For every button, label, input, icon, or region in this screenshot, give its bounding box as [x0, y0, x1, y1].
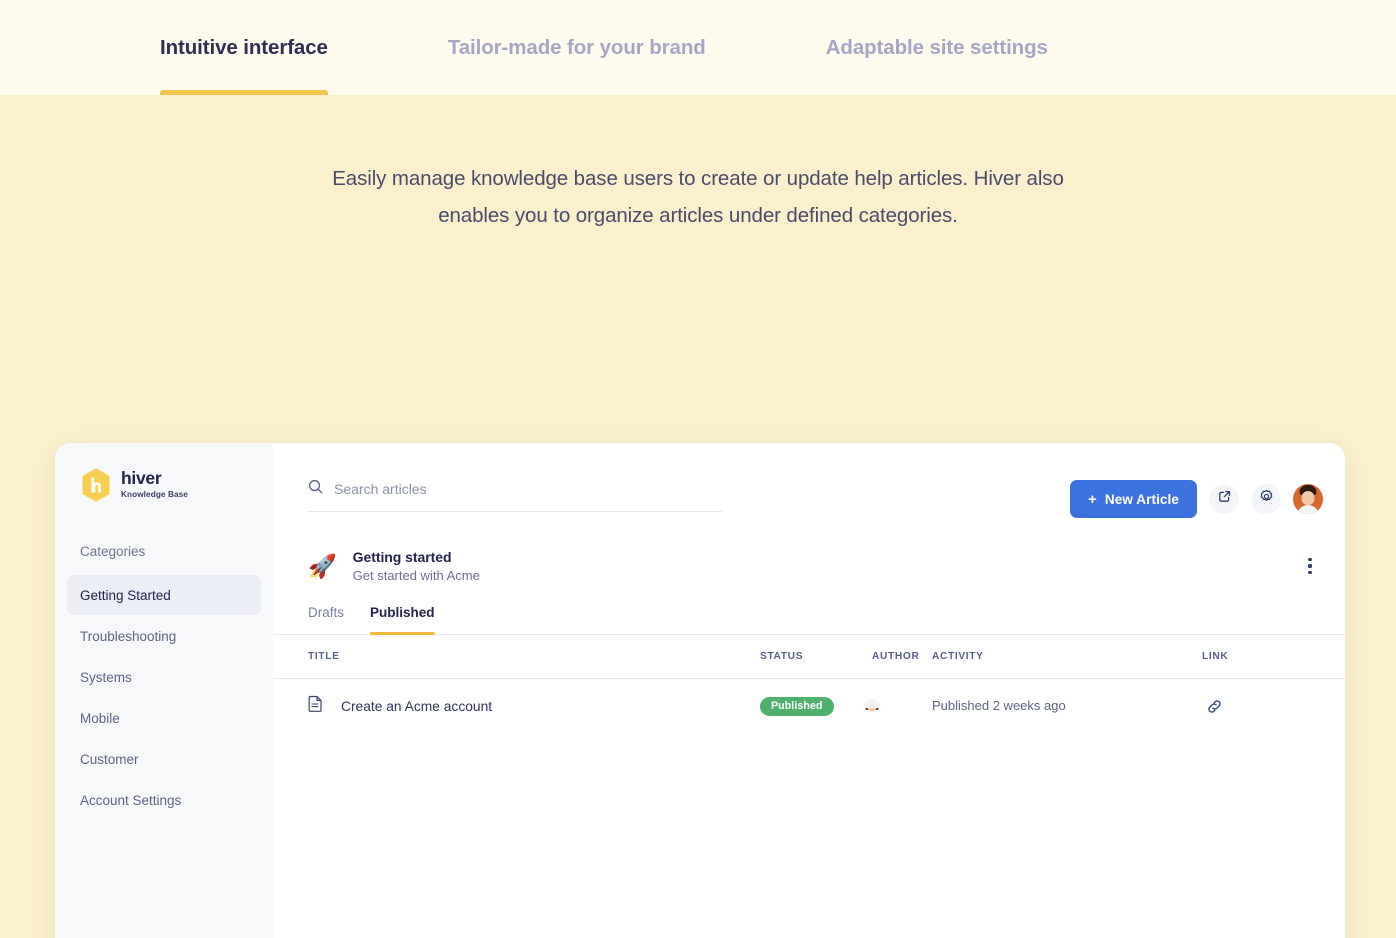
table-row[interactable]: Create an Acme account Published Publish…	[273, 679, 1345, 733]
toolbar-actions: + New Article	[1070, 479, 1323, 518]
category-subtitle: Get started with Acme	[353, 568, 480, 583]
hiver-hexagon-icon	[80, 467, 112, 503]
sidebar-item-label: Customer	[80, 752, 139, 767]
tab-intuitive-interface[interactable]: Intuitive interface	[160, 0, 328, 95]
search-input[interactable]	[334, 481, 722, 497]
article-title: Create an Acme account	[341, 699, 492, 714]
copy-link-button[interactable]	[1202, 694, 1226, 718]
tab-label: Adaptable site settings	[826, 36, 1048, 60]
column-header-title: TITLE	[308, 651, 760, 662]
sidebar-item-label: Getting Started	[80, 588, 171, 603]
brand-text: hiver Knowledge Base	[121, 469, 188, 501]
category-more-options-button[interactable]	[1297, 553, 1323, 579]
sidebar: hiver Knowledge Base Categories Getting …	[55, 443, 273, 938]
main-panel: + New Article	[273, 443, 1345, 938]
more-vertical-icon-dot	[1308, 558, 1311, 561]
rocket-icon: 🚀	[308, 555, 337, 578]
brand-logo[interactable]: hiver Knowledge Base	[55, 465, 273, 505]
cell-link	[1202, 694, 1292, 718]
tab-adaptable-site-settings[interactable]: Adaptable site settings	[826, 0, 1048, 95]
sidebar-item-account-settings[interactable]: Account Settings	[67, 780, 261, 820]
tab-label: Drafts	[308, 605, 344, 620]
tab-published[interactable]: Published	[370, 605, 435, 634]
external-link-icon	[1217, 489, 1232, 509]
cell-title: Create an Acme account	[308, 695, 760, 717]
tab-label: Tailor-made for your brand	[448, 36, 706, 60]
settings-button[interactable]	[1251, 484, 1281, 514]
article-state-tabs: Drafts Published	[273, 591, 1345, 635]
status-badge: Published	[760, 697, 834, 716]
sidebar-item-troubleshooting[interactable]: Troubleshooting	[67, 616, 261, 656]
sidebar-item-getting-started[interactable]: Getting Started	[67, 575, 261, 615]
category-header: 🚀 Getting started Get started with Acme	[273, 529, 1345, 591]
brand-name: hiver	[121, 469, 188, 488]
column-header-status: STATUS	[760, 651, 872, 662]
sidebar-item-label: Troubleshooting	[80, 629, 176, 644]
tab-label: Published	[370, 605, 435, 620]
avatar-body	[1297, 505, 1319, 514]
more-vertical-icon-dot	[1308, 564, 1311, 567]
plus-icon: +	[1088, 492, 1097, 507]
column-header-link: LINK	[1202, 651, 1292, 662]
articles-table: TITLE STATUS AUTHOR ACTIVITY LINK	[273, 635, 1345, 733]
cell-activity: Published 2 weeks ago	[932, 697, 1202, 715]
sidebar-item-label: Mobile	[80, 711, 120, 726]
new-article-button[interactable]: + New Article	[1070, 480, 1197, 518]
sidebar-item-customer[interactable]: Customer	[67, 739, 261, 779]
cell-status: Published	[760, 696, 872, 716]
avatar-face	[1302, 491, 1315, 505]
column-header-author: AUTHOR	[872, 651, 932, 662]
knowledge-base-app-card: hiver Knowledge Base Categories Getting …	[55, 443, 1345, 938]
tab-label: Intuitive interface	[160, 36, 328, 60]
feature-description: Easily manage knowledge base users to cr…	[0, 160, 1396, 234]
sidebar-item-label: Account Settings	[80, 793, 181, 808]
feature-tabbar: Intuitive interface Tailor-made for your…	[0, 0, 1396, 95]
category-texts: Getting started Get started with Acme	[353, 549, 480, 583]
main-toolbar: + New Article	[273, 443, 1345, 529]
tab-drafts[interactable]: Drafts	[308, 605, 344, 634]
description-line-2: enables you to organize articles under d…	[0, 197, 1396, 234]
search-box[interactable]	[308, 479, 722, 512]
user-avatar[interactable]	[1293, 484, 1323, 514]
tab-tailor-made-for-your-brand[interactable]: Tailor-made for your brand	[448, 0, 706, 95]
search-icon	[308, 479, 323, 499]
sidebar-item-systems[interactable]: Systems	[67, 657, 261, 697]
new-article-label: New Article	[1105, 492, 1179, 507]
more-vertical-icon-dot	[1308, 571, 1311, 574]
brand-subtitle: Knowledge Base	[121, 489, 188, 501]
sidebar-heading-categories: Categories	[55, 537, 273, 565]
sidebar-item-mobile[interactable]: Mobile	[67, 698, 261, 738]
table-header-row: TITLE STATUS AUTHOR ACTIVITY LINK	[273, 635, 1345, 679]
category-title: Getting started	[353, 549, 480, 565]
activity-text: Published 2 weeks ago	[932, 698, 1066, 713]
active-tab-underline	[160, 90, 328, 95]
description-line-1: Easily manage knowledge base users to cr…	[0, 160, 1396, 197]
external-link-button[interactable]	[1209, 484, 1239, 514]
document-icon	[308, 695, 323, 717]
gear-icon	[1259, 489, 1274, 509]
sidebar-item-label: Systems	[80, 670, 132, 685]
column-header-activity: ACTIVITY	[932, 651, 1202, 662]
